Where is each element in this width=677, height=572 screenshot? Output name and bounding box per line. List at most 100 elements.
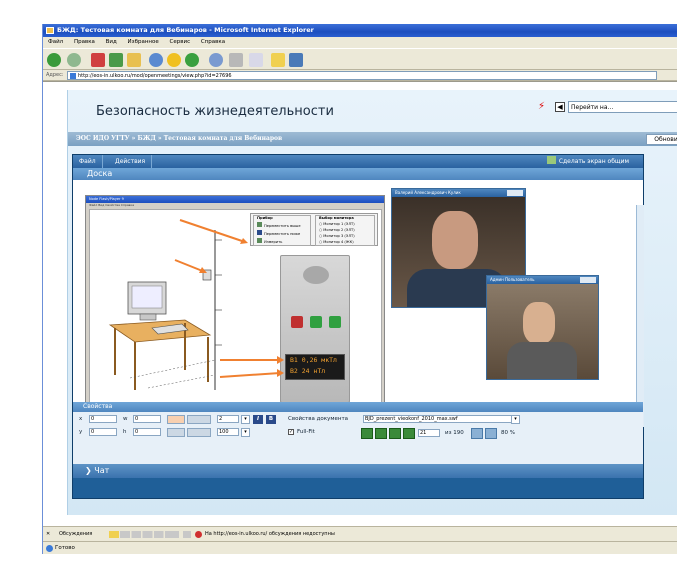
page-viewport: Безопасность жизнедеятельности ⚡ ◀ Перей… [43,81,677,526]
video-1-title: Валерий Александрович Кулик [395,190,461,195]
fullfit-label: Full-Fit [297,429,315,435]
opacity-select[interactable]: 100 [217,428,239,436]
video-2-controls[interactable] [580,277,596,283]
zoom-in-icon[interactable] [471,428,483,439]
prev-page-icon[interactable] [375,428,387,439]
slide-title: Node Flash/Player 9 [89,197,124,201]
video-1-controls[interactable] [507,190,523,196]
green-button-1[interactable] [310,316,322,328]
dropdown-icon-2[interactable]: ▾ [241,428,250,437]
monitor-option-3[interactable]: ○ Монитор 3 (ЭЛТ) [319,234,355,238]
refresh-button[interactable]: Обнови [646,134,677,145]
print-icon[interactable] [229,53,243,67]
meeting-menu-actions[interactable]: Действия [109,155,153,168]
toolbar [43,48,677,70]
goto-placeholder: Перейти на... [571,104,614,111]
properties-header[interactable]: Свойства [73,402,643,412]
italic-button[interactable]: I [253,415,263,424]
video-2-title: Админ Пользователь [490,277,535,282]
h-label: h [123,429,127,435]
monitor-option-4[interactable]: ○ Монитор 4 (ЖК) [319,240,354,244]
goto-arrow-icon[interactable]: ◀ [555,102,565,112]
whiteboard-scrollbar[interactable] [636,205,644,427]
first-page-icon[interactable] [361,428,373,439]
menu-file[interactable]: Файл [48,39,63,45]
pribor-down[interactable]: Переместить ниже [257,230,300,236]
window-titlebar: БЖД: Тестовая комната для Вебинаров - Mi… [43,24,677,37]
pribor-measure[interactable]: Измерить [257,238,282,244]
edit-icon[interactable] [249,53,263,67]
monitor-option-1[interactable]: ○ Монитор 1 (ЭЛТ) [319,222,355,226]
address-bar: Адрес: http://eos-in.ulkoo.ru/mod/openme… [43,70,677,81]
folder-icon[interactable] [271,53,285,67]
breadcrumb-text[interactable]: ЭОС ИДО УГТУ » БЖД » Тестовая комната дл… [76,135,282,142]
close-discussions-icon[interactable]: ✕ [46,527,50,542]
zoom-out-icon[interactable] [485,428,497,439]
search-icon[interactable] [149,53,163,67]
address-label: Адрес: [46,72,64,78]
refresh-icon[interactable] [109,53,123,67]
page-number-field[interactable]: 21 [418,429,440,437]
slide-window: Node Flash/Player 9 Файл Вид Свойства Сп… [85,195,385,405]
stop-icon[interactable] [91,53,105,67]
monitor-icon [546,156,556,164]
dropdown-icon[interactable]: ▾ [241,415,250,424]
menu-favorites[interactable]: Избранное [128,39,159,45]
color-swatch-2[interactable] [167,428,185,437]
fill-color-swatch[interactable] [187,415,211,424]
discussion-tools-icons[interactable] [109,531,179,538]
favorites-icon[interactable] [167,53,181,67]
window-title: БЖД: Тестовая комната для Вебинаров - Mi… [57,26,314,34]
pribor-up[interactable]: Переместить выше [257,222,301,228]
address-input[interactable]: http://eos-in.ulkoo.ru/mod/openmeetings/… [67,71,657,80]
font-size-select[interactable]: 2 [217,415,239,423]
device-logo [303,266,329,284]
menu-tools[interactable]: Сервис [170,39,191,45]
alert-icon: ⚡ [538,101,546,112]
fullfit-checkbox[interactable]: ✓ [288,429,294,435]
red-button[interactable] [291,316,303,328]
properties-panel: x 0 w 0 2 ▾ I B y 0 h 0 100 ▾ Свойства д… [73,412,643,464]
back-icon[interactable] [47,53,61,67]
page-title: Безопасность жизнедеятельности [96,104,334,119]
menu-bar: Файл Правка Вид Избранное Сервис Справка [43,37,677,48]
last-page-icon[interactable] [403,428,415,439]
share-screen-button[interactable]: Сделать экран общим [546,155,629,168]
messenger-icon[interactable] [289,53,303,67]
monitor-title: Выбор монитора [319,216,354,220]
forward-icon[interactable] [67,53,81,67]
line-color-swatch[interactable] [167,415,185,424]
whiteboard[interactable]: Node Flash/Player 9 Файл Вид Свойства Сп… [73,180,644,427]
doc-dropdown-icon[interactable]: ▾ [511,415,520,424]
status-text: Готово [55,545,75,551]
history-icon[interactable] [185,53,199,67]
bold-button[interactable]: B [266,415,276,424]
y-field[interactable]: 0 [89,428,117,436]
slide-titlebar: Node Flash/Player 9 [86,196,384,203]
video-1-titlebar: Валерий Александрович Кулик [392,189,525,197]
goto-select[interactable]: Перейти на... [568,101,677,113]
home-icon[interactable] [127,53,141,67]
y-label: y [79,429,83,435]
menu-view[interactable]: Вид [106,39,117,45]
w-label: w [123,416,128,422]
w-field[interactable]: 0 [133,415,161,423]
chat-header[interactable]: ❯ Чат [73,464,643,478]
x-field[interactable]: 0 [89,415,117,423]
menu-help[interactable]: Справка [201,39,225,45]
discussion-settings-icon[interactable] [183,531,191,538]
discussions-button[interactable]: Обсуждения [59,527,92,542]
mail-icon[interactable] [209,53,223,67]
x-label: x [79,416,83,422]
workplace-illustration [108,219,248,390]
document-select[interactable]: BJD_prezent_vieokonf_2010_max.swf [363,415,513,423]
video-panel-2[interactable]: Админ Пользователь [486,275,599,380]
next-page-icon[interactable] [389,428,401,439]
openmeetings-room: Файл Действия Сделать экран общим Доска … [72,154,644,499]
menu-edit[interactable]: Правка [74,39,95,45]
h-field[interactable]: 0 [133,428,161,436]
color-swatch-3[interactable] [187,428,211,437]
monitor-option-2[interactable]: ○ Монитор 2 (ЭЛТ) [319,228,355,232]
meeting-menu-file[interactable]: Файл [73,155,103,168]
green-button-2[interactable] [329,316,341,328]
